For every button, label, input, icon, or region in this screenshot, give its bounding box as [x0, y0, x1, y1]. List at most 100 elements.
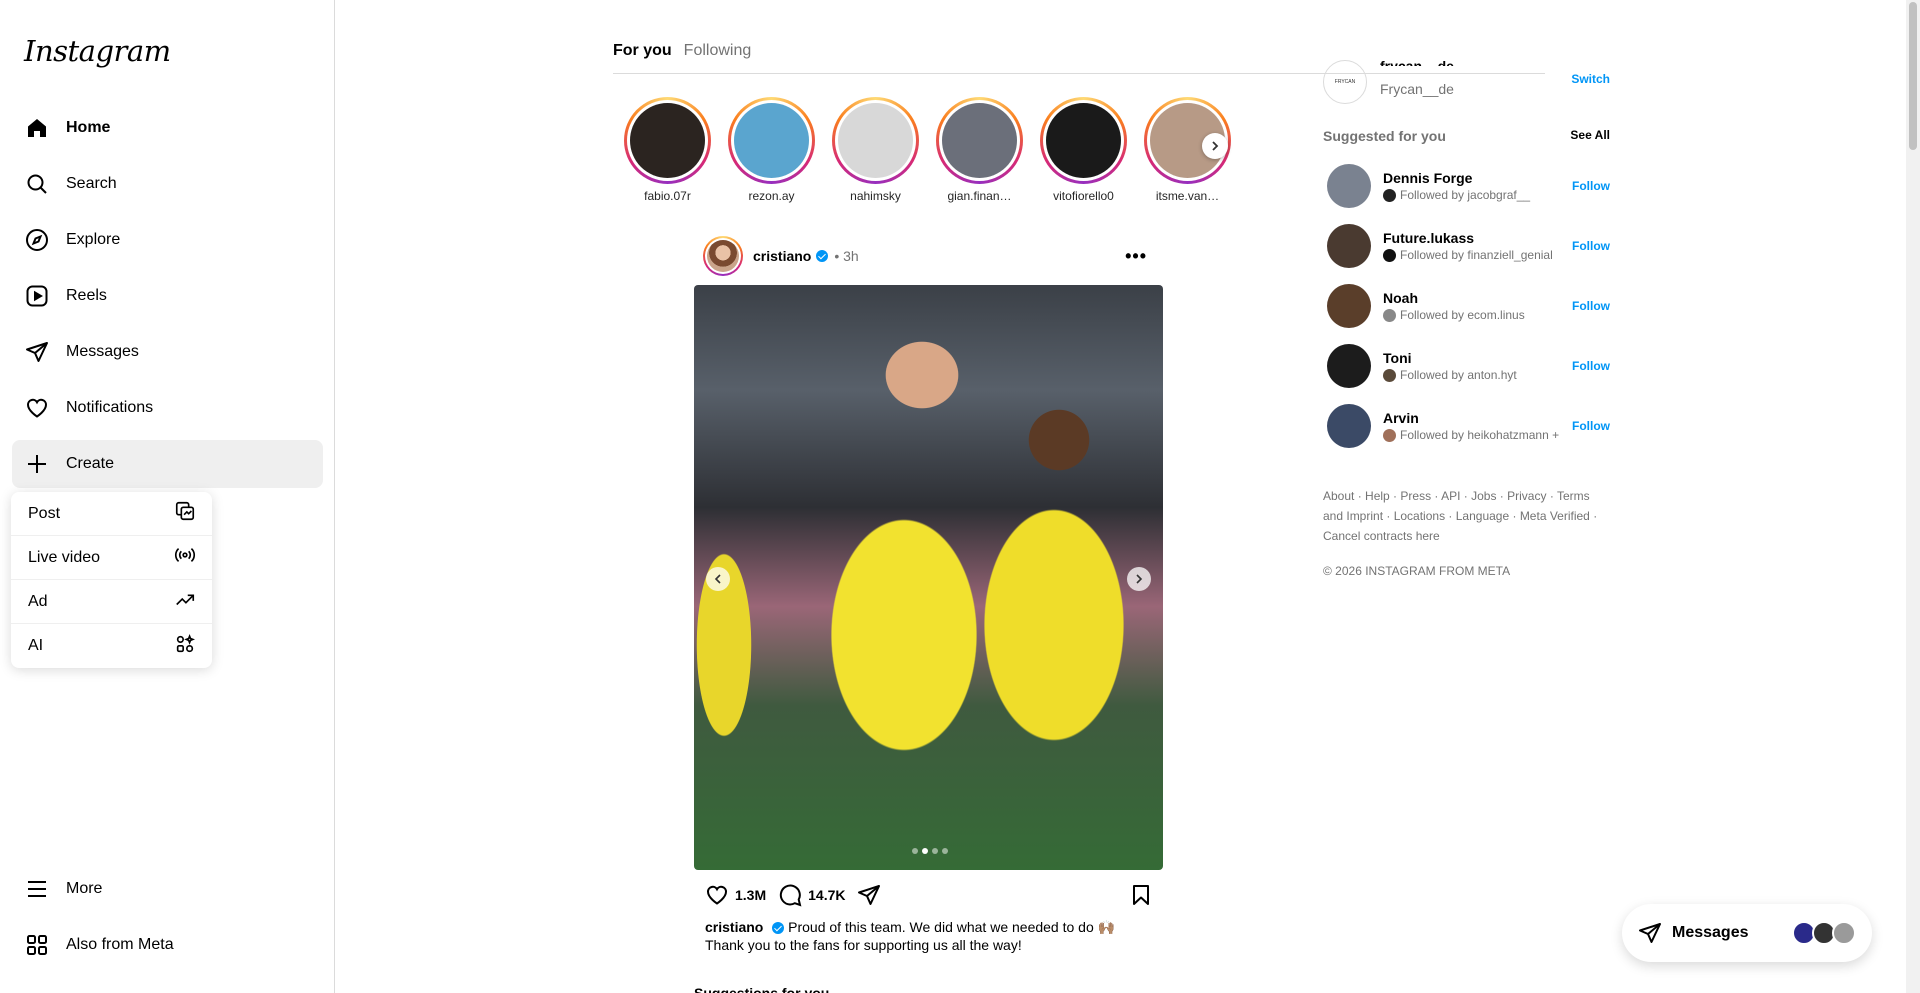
nav-meta-label: Also from Meta [66, 936, 174, 953]
current-account-username[interactable]: frycan__de [1380, 58, 1454, 66]
footer-separator: · [1383, 509, 1394, 523]
caption-username[interactable]: cristiano [705, 919, 763, 935]
suggested-user: Toni Followed by anton.hyt Follow [1327, 344, 1610, 388]
create-ai-option[interactable]: AI [11, 624, 212, 668]
nav-also-from-meta[interactable]: Also from Meta [12, 921, 323, 969]
story-avatar [734, 103, 809, 178]
stories-next-button[interactable] [1202, 133, 1228, 159]
suggested-avatar[interactable] [1327, 224, 1371, 268]
share-button[interactable] [857, 883, 881, 907]
footer-link[interactable]: Meta Verified [1520, 509, 1590, 523]
nav-explore[interactable]: Explore [12, 216, 323, 264]
footer-separator: · [1389, 489, 1401, 503]
suggested-avatar[interactable] [1327, 284, 1371, 328]
create-post-label: Post [28, 504, 61, 522]
nav-create[interactable]: Create [12, 440, 323, 488]
comment-icon [779, 884, 802, 907]
create-ad-option[interactable]: Ad [11, 580, 212, 624]
tab-following[interactable]: Following [684, 42, 752, 73]
post-author-avatar[interactable] [703, 236, 743, 276]
messages-pill[interactable]: Messages [1622, 904, 1872, 962]
tab-for-you[interactable]: For you [613, 42, 672, 73]
suggested-name[interactable]: Dennis Forge [1383, 170, 1572, 186]
heart-icon [707, 885, 727, 905]
see-all-button[interactable]: See All [1570, 128, 1610, 144]
follow-button[interactable]: Follow [1572, 419, 1610, 433]
footer-link[interactable]: About [1323, 489, 1354, 503]
suggested-name[interactable]: Future.lukass [1383, 230, 1572, 246]
nav-more-label: More [66, 880, 103, 897]
suggested-name[interactable]: Noah [1383, 290, 1572, 306]
apps-grid-icon [24, 932, 50, 958]
story-item[interactable]: nahimsky [832, 97, 919, 203]
footer-link[interactable]: Cancel contracts here [1323, 529, 1440, 543]
footer-link[interactable]: Jobs [1471, 489, 1496, 503]
story-username: vitofiorello0 [1053, 189, 1114, 203]
post-time: • 3h [834, 248, 859, 264]
create-post-option[interactable]: Post [11, 492, 212, 536]
story-item[interactable]: fabio.07r [624, 97, 711, 203]
footer-link[interactable]: API [1441, 489, 1460, 503]
instagram-logo[interactable]: Instagram [24, 34, 171, 68]
nav-reels[interactable]: Reels [12, 272, 323, 320]
nav-search[interactable]: Search [12, 160, 323, 208]
follow-button[interactable]: Follow [1572, 299, 1610, 313]
like-button[interactable]: 1.3M [705, 883, 766, 907]
suggested-user: Noah Followed by ecom.linus Follow [1327, 284, 1610, 328]
suggested-followed-by: Followed by anton.hyt [1383, 368, 1572, 382]
nav-notifications-label: Notifications [66, 399, 154, 416]
verified-badge-icon [772, 922, 785, 935]
scrollbar-thumb[interactable] [1909, 2, 1917, 150]
heart-icon [24, 395, 50, 421]
follow-button[interactable]: Follow [1572, 239, 1610, 253]
nav-explore-label: Explore [66, 231, 121, 248]
switch-account-button[interactable]: Switch [1571, 72, 1610, 86]
carousel-dot [942, 848, 948, 854]
story-ring [832, 97, 919, 184]
followed-by-text: Followed by anton.hyt [1400, 368, 1517, 382]
followed-by-text: Followed by heikohatzmann + [1400, 428, 1560, 442]
nav-more[interactable]: More [12, 865, 323, 913]
comment-button[interactable]: 14.7K [778, 883, 845, 907]
suggested-name[interactable]: Toni [1383, 350, 1572, 366]
footer-link[interactable]: Press [1400, 489, 1431, 503]
story-item[interactable]: gian.finan… [936, 97, 1023, 203]
footer-link[interactable]: Language [1456, 509, 1509, 523]
suggested-name[interactable]: Arvin [1383, 410, 1572, 426]
page-scrollbar[interactable] [1906, 0, 1920, 993]
create-menu: Post Live video Ad AI [11, 492, 212, 668]
suggested-user: Arvin Followed by heikohatzmann + Follow [1327, 404, 1610, 448]
nav-home[interactable]: Home [12, 104, 323, 152]
media-prev-button[interactable] [706, 567, 730, 591]
story-item[interactable]: vitofiorello0 [1040, 97, 1127, 203]
nav-notifications[interactable]: Notifications [12, 384, 323, 432]
copyright: © 2026 INSTAGRAM FROM META [1323, 564, 1511, 578]
story-avatar [630, 103, 705, 178]
mutual-avatar [1383, 428, 1396, 442]
save-button[interactable] [1129, 883, 1153, 907]
like-count: 1.3M [735, 887, 767, 903]
plus-icon [24, 451, 50, 477]
suggested-avatar[interactable] [1327, 344, 1371, 388]
follow-button[interactable]: Follow [1572, 179, 1610, 193]
create-live-option[interactable]: Live video [11, 536, 212, 580]
suggested-avatar[interactable] [1327, 164, 1371, 208]
followed-by-text: Followed by ecom.linus [1400, 308, 1525, 322]
followed-by-text: Followed by jacobgraf__ [1400, 188, 1531, 202]
post-author-username[interactable]: cristiano [753, 248, 811, 264]
footer-link[interactable]: Privacy [1507, 489, 1546, 503]
mutual-avatar [1383, 248, 1396, 262]
footer-link[interactable]: Help [1365, 489, 1390, 503]
nav-messages-label: Messages [66, 343, 139, 360]
suggested-followed-by: Followed by heikohatzmann + [1383, 428, 1572, 442]
story-item[interactable]: rezon.ay [728, 97, 815, 203]
follow-button[interactable]: Follow [1572, 359, 1610, 373]
post-image[interactable] [694, 285, 1163, 870]
more-options-icon[interactable]: ••• [1125, 246, 1147, 267]
media-next-button[interactable] [1127, 567, 1151, 591]
nav-messages[interactable]: Messages [12, 328, 323, 376]
suggested-avatar[interactable] [1327, 404, 1371, 448]
footer-link[interactable]: Locations [1394, 509, 1445, 523]
carousel-dot-active [922, 848, 928, 854]
current-account-avatar[interactable]: FRYCAN [1323, 60, 1367, 104]
